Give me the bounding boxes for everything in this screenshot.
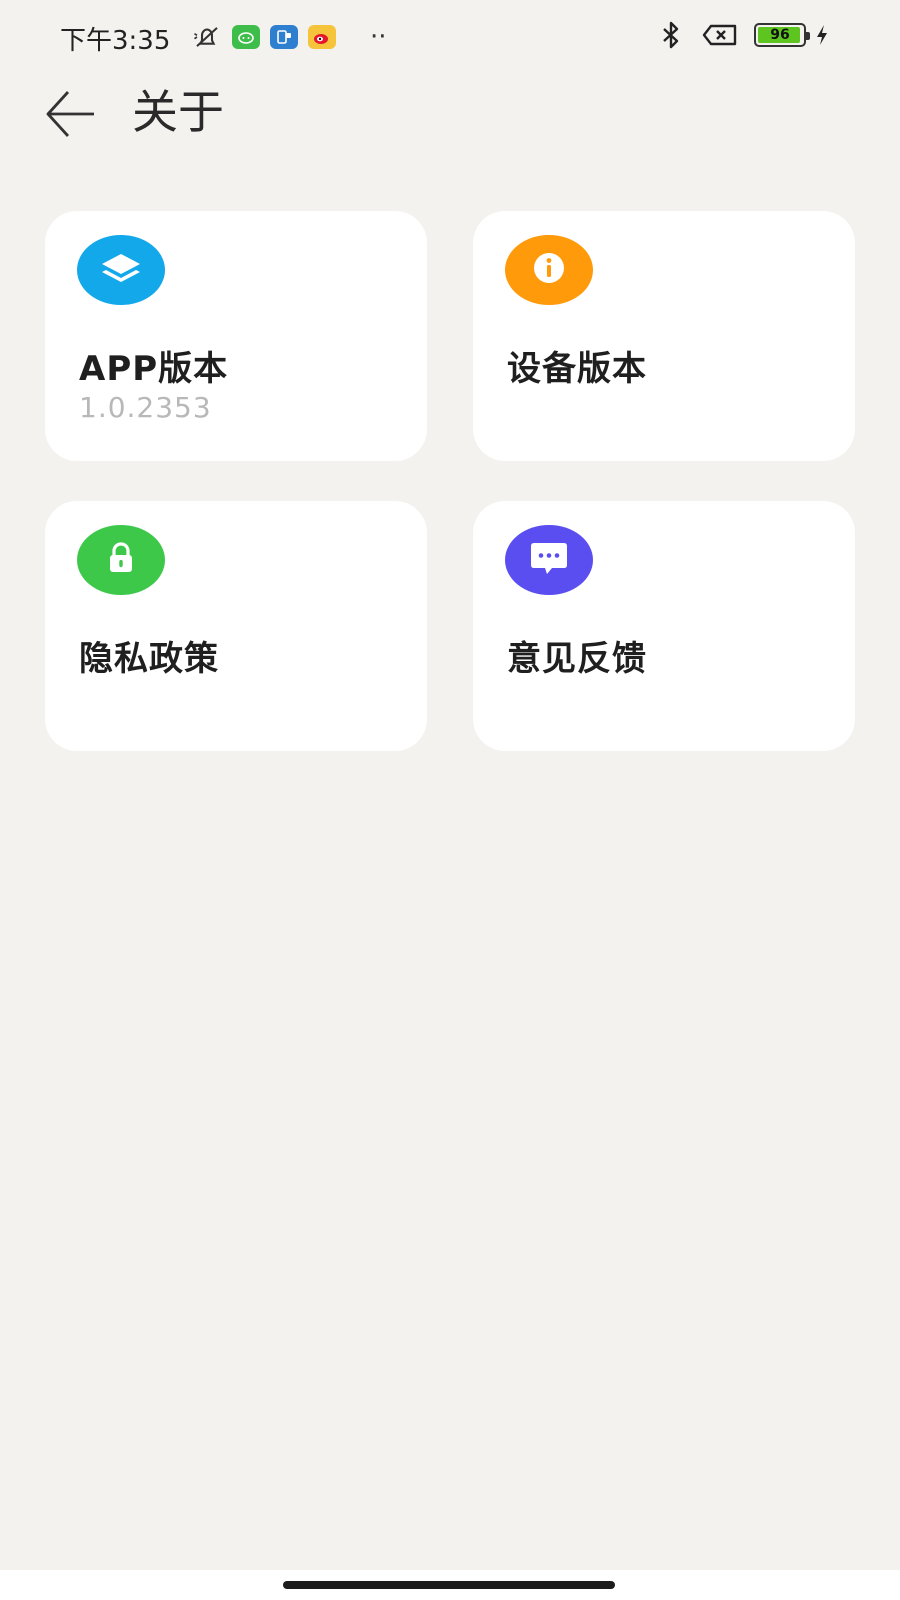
layers-icon	[98, 248, 144, 292]
home-indicator[interactable]	[283, 1581, 615, 1589]
back-button[interactable]	[40, 82, 100, 142]
feedback-title: 意见反馈	[507, 639, 647, 679]
status-time: 下午3:35	[60, 26, 171, 56]
card-icon-bg	[505, 525, 593, 595]
app-version-value: 1.0.2353	[79, 391, 212, 424]
lock-icon	[101, 538, 141, 582]
device-version-card[interactable]: 设备版本	[473, 211, 855, 461]
battery-level: 96	[770, 27, 790, 43]
battery-tip	[806, 32, 810, 40]
charging-icon	[814, 22, 830, 48]
status-right-icons: 96	[656, 21, 830, 49]
message-icon	[527, 538, 571, 582]
privacy-policy-title: 隐私政策	[79, 639, 219, 679]
card-icon-bg	[77, 525, 165, 595]
battery-icon: 96	[754, 23, 810, 47]
card-icon-bg	[505, 235, 593, 305]
mute-icon	[192, 24, 222, 50]
privacy-policy-card[interactable]: 隐私政策	[45, 501, 427, 751]
no-sim-icon	[702, 22, 738, 48]
bluetooth-icon	[656, 21, 686, 49]
app-header: 关于	[0, 70, 900, 160]
page-title: 关于	[132, 85, 224, 139]
weibo-icon	[308, 25, 336, 49]
app-version-card[interactable]: APP版本 1.0.2353	[45, 211, 427, 461]
arrow-left-icon	[40, 91, 100, 146]
phone-app-icon	[270, 25, 298, 49]
device-version-title: 设备版本	[507, 349, 647, 389]
info-icon	[529, 248, 569, 292]
card-icon-bg	[77, 235, 165, 305]
status-bar: 下午3:35 ·· 96	[0, 0, 900, 80]
app-version-title: APP版本	[79, 349, 229, 389]
feedback-card[interactable]: 意见反馈	[473, 501, 855, 751]
more-notifications-icon: ··	[370, 22, 387, 52]
status-left-icons	[192, 24, 336, 50]
wechat-like-app-icon	[232, 25, 260, 49]
